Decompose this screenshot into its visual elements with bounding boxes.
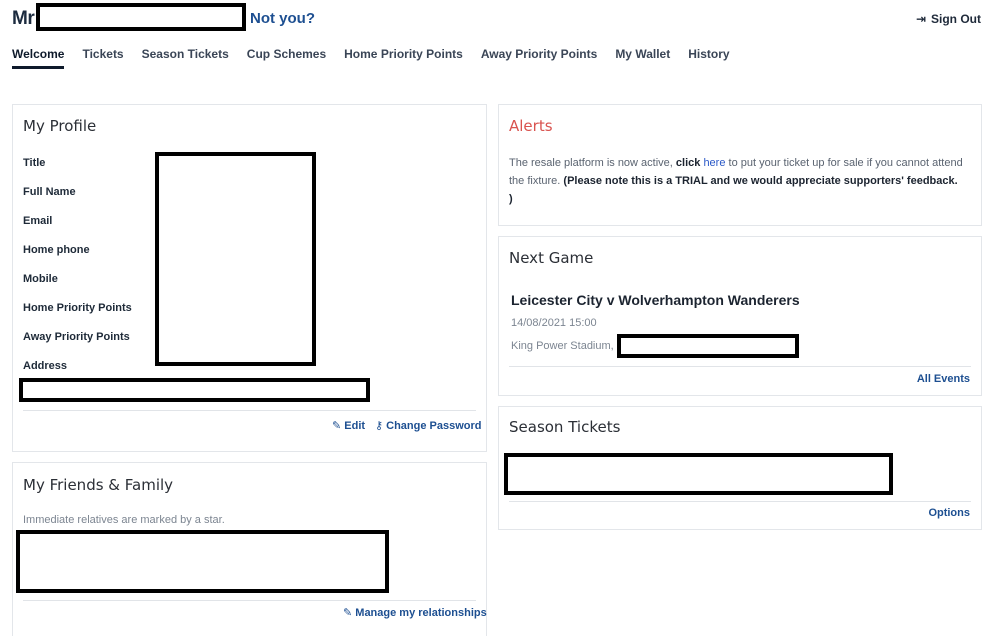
label-full-name: Full Name <box>23 186 76 198</box>
profile-title: My Profile <box>23 117 97 135</box>
sign-out-icon: ⇥ <box>915 12 926 26</box>
divider <box>509 501 971 502</box>
all-events-link[interactable]: All Events <box>917 373 970 385</box>
divider <box>509 366 971 367</box>
tab-cup-schemes[interactable]: Cup Schemes <box>247 47 326 69</box>
account-tabs: Welcome Tickets Season Tickets Cup Schem… <box>12 47 748 69</box>
change-password-link[interactable]: ⚷ Change Password <box>375 419 481 432</box>
alert-message: The resale platform is now active, click… <box>509 157 963 205</box>
redacted-address <box>19 378 370 402</box>
friends-note: Immediate relatives are marked by a star… <box>23 514 225 526</box>
tab-tickets[interactable]: Tickets <box>82 47 123 69</box>
next-game-title: Next Game <box>509 249 594 267</box>
edit-icon: ✎ <box>332 420 342 432</box>
friends-panel: My Friends & Family Immediate relatives … <box>12 462 487 636</box>
not-you-link[interactable]: Not you? <box>250 10 315 27</box>
tab-welcome[interactable]: Welcome <box>12 47 65 69</box>
greeting: Mr <box>12 8 35 29</box>
tab-away-priority-points[interactable]: Away Priority Points <box>481 47 597 69</box>
redacted-venue-details <box>617 334 799 358</box>
redacted-profile-values <box>155 152 316 366</box>
alerts-panel: Alerts The resale platform is now active… <box>498 104 982 226</box>
redacted-season-tickets <box>504 453 893 495</box>
label-home-priority-points: Home Priority Points <box>23 302 132 314</box>
match-datetime: 14/08/2021 15:00 <box>511 317 597 329</box>
friends-title: My Friends & Family <box>23 476 174 494</box>
profile-panel: My Profile Title Full Name Email Home ph… <box>12 104 487 452</box>
resale-here-link[interactable]: here <box>703 157 725 169</box>
label-address: Address <box>23 360 68 372</box>
redacted-relatives <box>16 530 389 593</box>
label-home-phone: Home phone <box>23 244 90 256</box>
tab-my-wallet[interactable]: My Wallet <box>615 47 670 69</box>
edit-icon: ✎ <box>343 607 353 619</box>
season-tickets-options-link[interactable]: Options <box>928 507 970 519</box>
label-title: Title <box>23 157 46 169</box>
tab-home-priority-points[interactable]: Home Priority Points <box>344 47 463 69</box>
season-tickets-title: Season Tickets <box>509 418 621 436</box>
divider <box>23 410 476 411</box>
alerts-title: Alerts <box>509 117 553 135</box>
manage-relationships-link[interactable]: ✎ Manage my relationships <box>343 606 487 619</box>
match-title: Leicester City v Wolverhampton Wanderers <box>511 292 800 308</box>
redacted-name <box>36 3 246 31</box>
tab-season-tickets[interactable]: Season Tickets <box>142 47 229 69</box>
season-tickets-panel: Season Tickets Options <box>498 406 982 530</box>
edit-profile-link[interactable]: ✎ Edit <box>332 419 365 432</box>
label-away-priority-points: Away Priority Points <box>23 331 130 343</box>
tab-history[interactable]: History <box>688 47 729 69</box>
match-venue: King Power Stadium, <box>511 340 614 352</box>
key-icon: ⚷ <box>375 420 384 432</box>
next-game-panel: Next Game Leicester City v Wolverhampton… <box>498 236 982 396</box>
sign-out-button[interactable]: ⇥ Sign Out <box>916 12 981 26</box>
label-email: Email <box>23 215 53 227</box>
sign-out-label: Sign Out <box>931 12 981 26</box>
label-mobile: Mobile <box>23 273 58 285</box>
account-header: Mr Not you? ⇥ Sign Out <box>12 3 988 34</box>
divider <box>23 600 476 601</box>
